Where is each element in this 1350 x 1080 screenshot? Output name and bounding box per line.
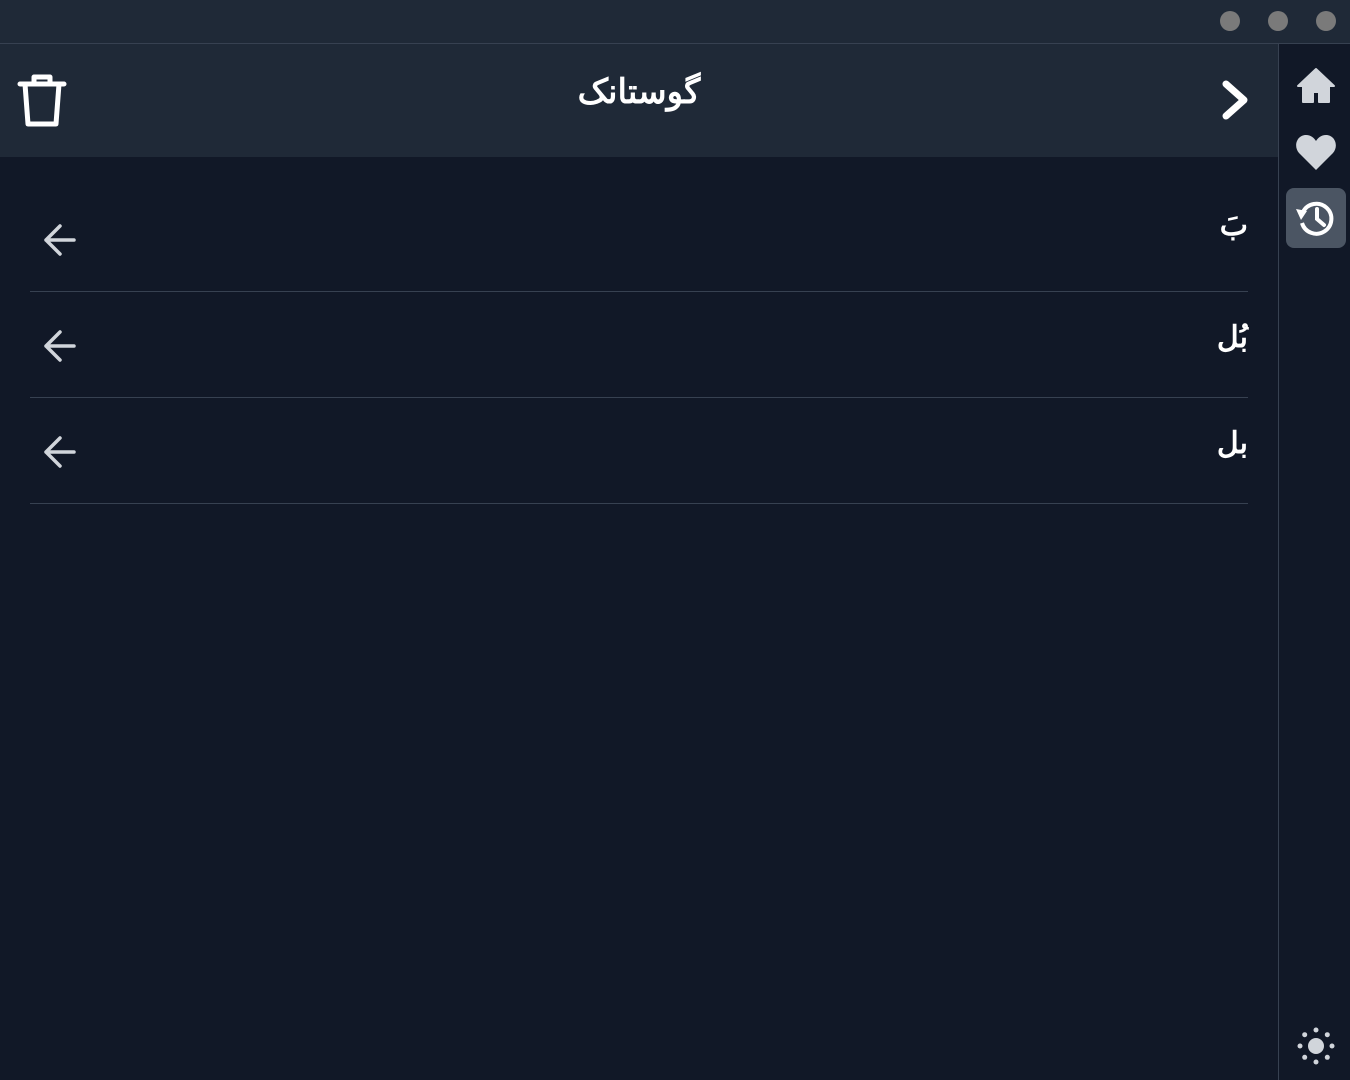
- home-icon: [1297, 68, 1335, 103]
- sidebar: [1278, 44, 1350, 1080]
- header: گوستانک: [0, 44, 1278, 157]
- history-list: بَ بُل بل: [30, 186, 1248, 504]
- page-title: گوستانک: [577, 72, 701, 112]
- heart-icon: [1296, 135, 1336, 170]
- sun-icon[interactable]: [1296, 1026, 1336, 1066]
- arrow-left-icon[interactable]: [40, 220, 80, 260]
- window-close-button[interactable]: [1316, 11, 1336, 31]
- history-icon: [1296, 201, 1334, 236]
- history-word: بَ: [1219, 208, 1248, 243]
- list-item[interactable]: بل: [30, 398, 1248, 504]
- sidebar-item-favorites[interactable]: [1286, 122, 1346, 182]
- history-word: بل: [1216, 426, 1248, 461]
- arrow-left-icon[interactable]: [40, 432, 80, 472]
- list-item[interactable]: بَ: [30, 186, 1248, 292]
- history-word: بُل: [1216, 320, 1248, 355]
- window-minimize-button[interactable]: [1220, 11, 1240, 31]
- chevron-right-icon[interactable]: [1216, 78, 1256, 122]
- arrow-left-icon[interactable]: [40, 326, 80, 366]
- window-maximize-button[interactable]: [1268, 11, 1288, 31]
- sidebar-item-home[interactable]: [1286, 56, 1346, 116]
- sidebar-item-history[interactable]: [1286, 188, 1346, 248]
- window-titlebar: [0, 0, 1350, 44]
- list-item[interactable]: بُل: [30, 292, 1248, 398]
